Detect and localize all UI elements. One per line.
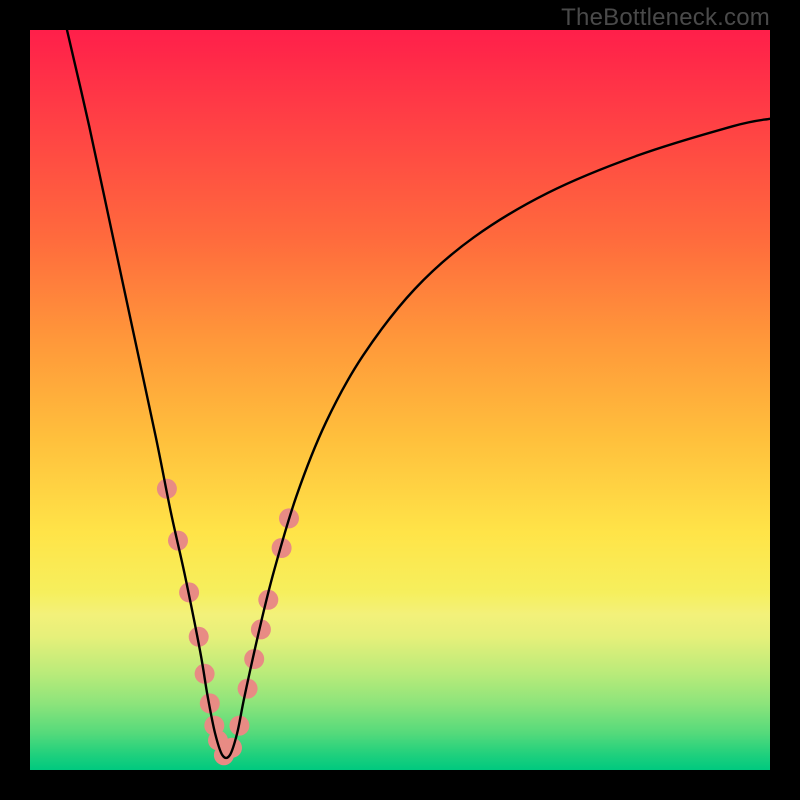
chart-frame: TheBottleneck.com — [0, 0, 800, 800]
watermark-text: TheBottleneck.com — [561, 4, 770, 32]
bottleneck-curve — [67, 30, 770, 758]
chart-svg — [30, 30, 770, 770]
highlight-dots-layer — [157, 479, 299, 765]
